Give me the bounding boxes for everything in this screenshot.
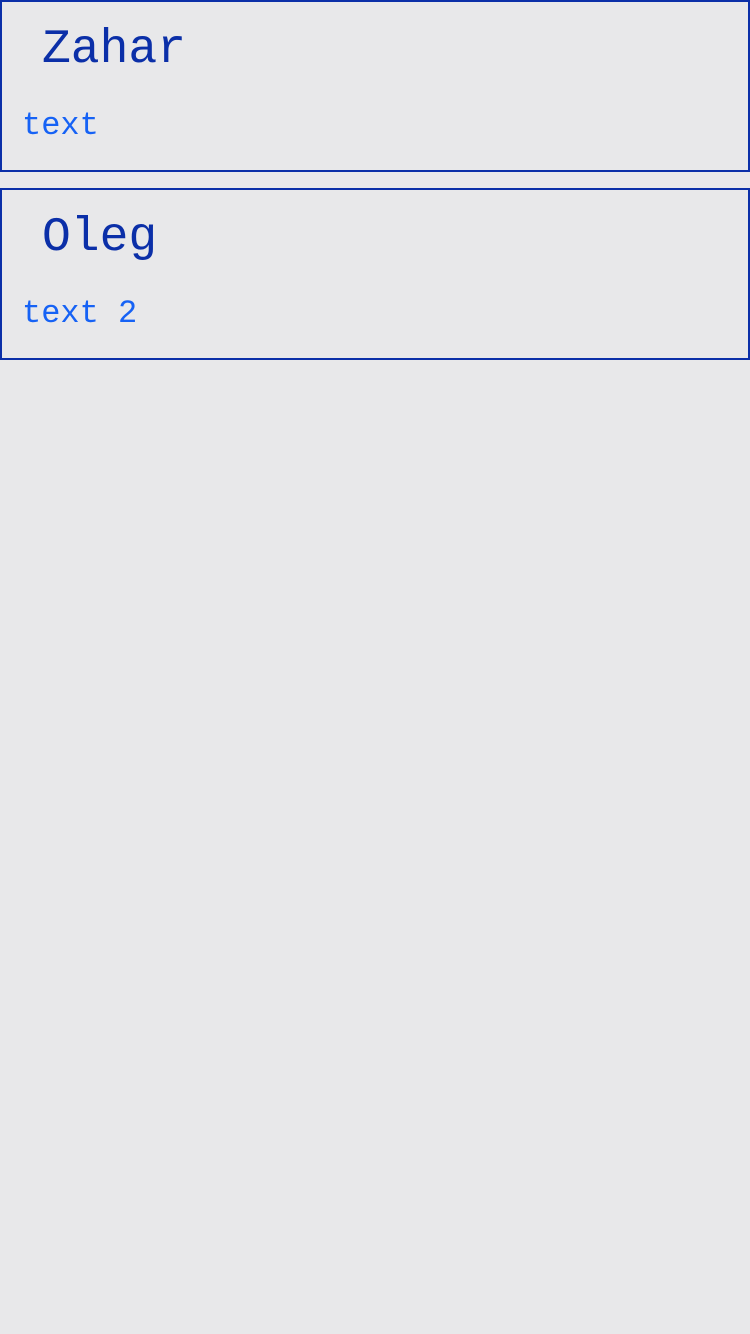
list-item-card[interactable]: Oleg text 2 <box>0 188 750 360</box>
card-title: Zahar <box>42 23 187 77</box>
card-text: text 2 <box>22 295 138 332</box>
card-title: Oleg <box>42 211 158 265</box>
card-text: text <box>22 107 99 144</box>
card-list: Zahar text Oleg text 2 <box>0 0 750 360</box>
list-item-card[interactable]: Zahar text <box>0 0 750 172</box>
